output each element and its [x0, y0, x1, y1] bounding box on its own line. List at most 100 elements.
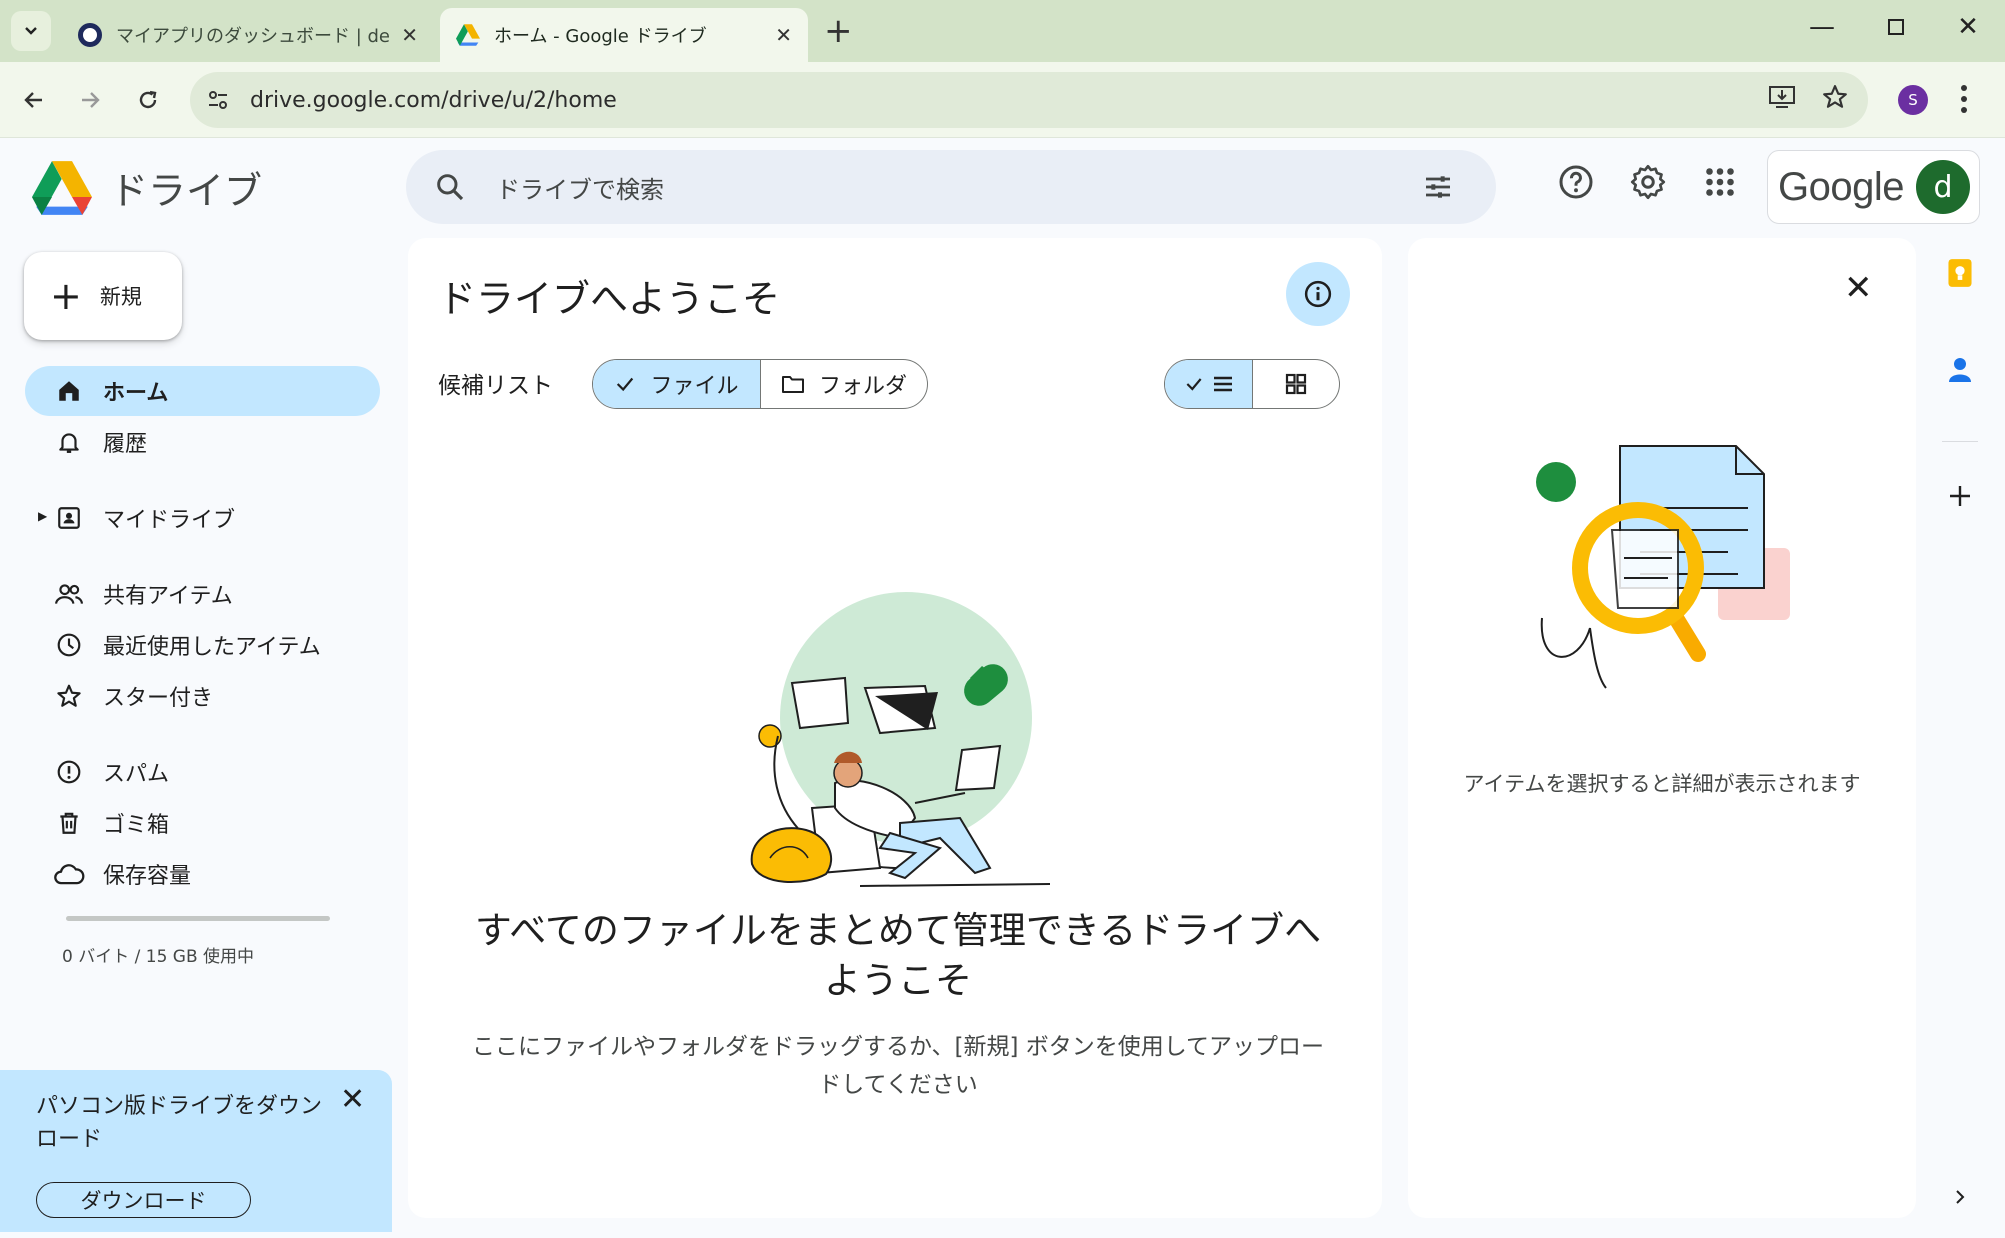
drive-folder-icon	[53, 505, 85, 531]
home-icon	[53, 378, 85, 404]
details-panel: ✕ アイテムを選択すると詳細が表示されます	[1408, 238, 1916, 1218]
reload-button[interactable]	[128, 80, 168, 120]
close-tab-icon[interactable]: ✕	[775, 23, 792, 47]
clock-icon	[53, 632, 85, 658]
chevron-down-icon	[25, 27, 37, 35]
settings-gear-icon[interactable]	[1630, 164, 1666, 200]
app-favicon-icon	[78, 23, 102, 47]
sidebar-item-label: ホーム	[103, 381, 169, 406]
grid-view-button[interactable]	[1252, 360, 1339, 408]
search-options-icon[interactable]	[1422, 171, 1454, 203]
filter-files-label: ファイル	[650, 374, 739, 399]
close-banner-icon[interactable]: ✕	[340, 1082, 365, 1117]
sidebar-item-label: 共有アイテム	[103, 584, 233, 609]
search-input[interactable]: ドライブで検索	[496, 170, 1422, 205]
side-panel-rail	[1930, 238, 1990, 1218]
google-account-button[interactable]: Google d	[1767, 150, 1980, 224]
new-button-label: 新規	[99, 285, 142, 309]
contacts-icon	[1949, 358, 1971, 382]
filter-folders-chip[interactable]: フォルダ	[760, 360, 927, 408]
get-addons-button[interactable]	[1930, 484, 1990, 508]
site-settings-icon[interactable]	[190, 88, 246, 112]
sidebar-item-recent[interactable]: 最近使用したアイテム	[25, 620, 380, 670]
browser-tab-drive[interactable]: ホーム - Google ドライブ ✕	[440, 8, 808, 62]
filter-folders-label: フォルダ	[818, 374, 907, 399]
check-icon	[617, 377, 634, 392]
search-icon[interactable]	[434, 171, 466, 203]
drive-logo[interactable]: ドライブ	[32, 160, 262, 215]
hide-side-panel-button[interactable]	[1930, 1188, 1990, 1206]
browser-tab-dashboard[interactable]: マイアプリのダッシュボード | demo-o ✕	[62, 8, 434, 62]
empty-state-title: すべてのファイルをまとめて管理できるドライブへようこそ	[474, 909, 1322, 1002]
install-app-icon[interactable]	[1768, 84, 1796, 110]
suggestions-label: 候補リスト	[438, 373, 553, 399]
sidebar-item-spam[interactable]: スパム	[25, 747, 380, 797]
sidebar-item-label: マイドライブ	[103, 508, 236, 533]
folder-icon	[781, 376, 804, 393]
people-icon	[53, 581, 85, 607]
contacts-app-button[interactable]	[1930, 356, 1990, 384]
minimize-icon[interactable]: —	[1802, 12, 1842, 42]
help-icon[interactable]	[1558, 164, 1594, 200]
drive-logo-icon	[32, 160, 92, 215]
sidebar-item-shared[interactable]: 共有アイテム	[25, 569, 380, 619]
new-tab-button[interactable]: +	[824, 14, 853, 48]
arrow-left-icon	[24, 92, 42, 108]
suggestion-type-toggle: ファイル フォルダ	[592, 359, 928, 409]
download-button[interactable]: ダウンロード	[36, 1182, 251, 1218]
keep-app-button[interactable]	[1930, 258, 1990, 288]
sidebar-item-label: ゴミ箱	[103, 813, 170, 838]
cloud-icon	[53, 862, 85, 886]
back-button[interactable]	[14, 80, 54, 120]
details-toggle-button[interactable]	[1286, 262, 1350, 326]
desktop-download-banner: パソコン版ドライブをダウンロード ✕ ダウンロード	[0, 1070, 392, 1232]
grid-view-icon	[1285, 373, 1307, 395]
plus-icon	[1950, 486, 1970, 506]
sidebar-item-trash[interactable]: ゴミ箱	[25, 798, 380, 848]
sidebar-item-label: スター付き	[103, 686, 214, 711]
welcome-illustration	[750, 592, 1050, 887]
new-button[interactable]: + 新規	[24, 252, 182, 340]
star-icon	[53, 683, 85, 709]
layout-toggle	[1164, 359, 1340, 409]
browser-profile-avatar[interactable]: S	[1898, 85, 1928, 115]
google-wordmark: Google	[1778, 164, 1904, 209]
tab-search-button[interactable]	[11, 11, 51, 51]
arrow-right-icon	[82, 92, 100, 108]
list-view-icon	[1213, 376, 1232, 392]
sidebar-item-activity[interactable]: 履歴	[25, 417, 380, 467]
google-apps-icon[interactable]	[1702, 164, 1738, 200]
page-title: ドライブへようこそ	[438, 277, 781, 321]
bookmark-star-icon[interactable]	[1822, 84, 1848, 110]
download-banner-text: パソコン版ドライブをダウンロード	[36, 1094, 323, 1152]
storage-usage-text: 0 バイト / 15 GB 使用中	[62, 947, 255, 967]
browser-menu-icon[interactable]	[1960, 84, 1968, 118]
select-item-illustration	[1536, 445, 1790, 689]
keep-icon	[1948, 259, 1972, 287]
drive-app: ドライブ ドライブで検索 Google d + 新規 ホーム 履歴 ▶ マイドラ…	[0, 138, 2005, 1238]
sidebar-item-starred[interactable]: スター付き	[25, 671, 380, 721]
close-details-icon[interactable]: ✕	[1844, 268, 1873, 308]
filter-files-chip[interactable]: ファイル	[593, 360, 760, 408]
maximize-icon[interactable]	[1876, 12, 1916, 43]
sidebar-item-label: 保存容量	[103, 864, 192, 889]
sidebar-item-home[interactable]: ホーム	[25, 366, 380, 416]
sidebar-item-storage[interactable]: 保存容量	[25, 849, 380, 899]
forward-button[interactable]	[70, 80, 110, 120]
sidebar-item-my-drive[interactable]: マイドライブ	[25, 493, 380, 543]
check-icon	[1186, 378, 1201, 391]
info-icon	[1304, 280, 1332, 308]
main-content-panel: ドライブへようこそ 候補リスト ファイル フォルダ すべてのファイルをまとめて管…	[408, 238, 1382, 1218]
tab-title: ホーム - Google ドライブ	[494, 26, 707, 47]
search-bar[interactable]: ドライブで検索	[406, 150, 1496, 224]
window-close-icon[interactable]: ✕	[1948, 12, 1988, 42]
url-text: drive.google.com/drive/u/2/home	[250, 87, 617, 113]
address-bar[interactable]: drive.google.com/drive/u/2/home	[190, 72, 1868, 128]
product-name: ドライブ	[110, 169, 263, 213]
tab-title: マイアプリのダッシュボード | demo-o	[116, 26, 391, 47]
close-tab-icon[interactable]: ✕	[401, 23, 418, 47]
list-view-button[interactable]	[1165, 360, 1252, 408]
bell-icon	[53, 429, 85, 455]
browser-toolbar: drive.google.com/drive/u/2/home S	[0, 62, 2005, 138]
trash-icon	[53, 810, 85, 836]
